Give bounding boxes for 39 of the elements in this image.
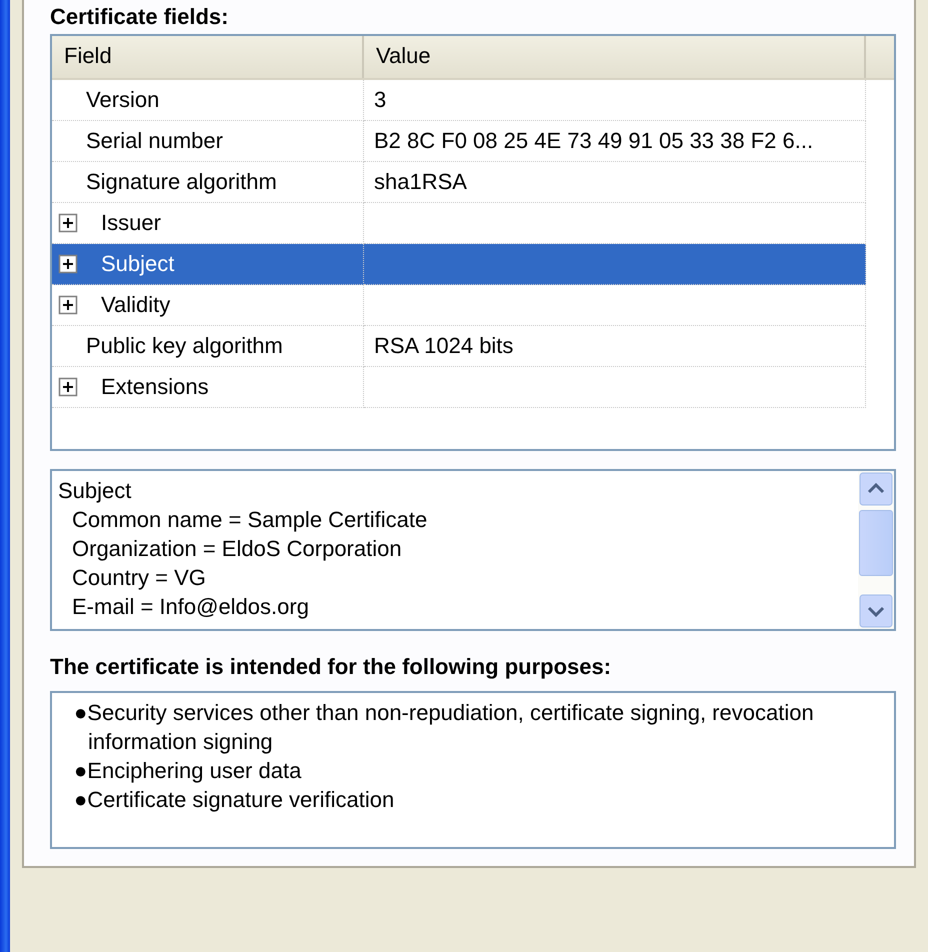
purposes-heading: The certificate is intended for the following purposes: <box>50 653 612 681</box>
field-name: Version <box>86 87 160 113</box>
detail-line: E-mail = Info@eldos.org <box>71 593 310 621</box>
field-value: sha1RSA <box>374 169 467 195</box>
table-row[interactable]: Extensions <box>52 367 866 408</box>
field-name: Subject <box>101 251 174 277</box>
field-value: B2 8C F0 08 25 4E 73 49 91 05 33 38 F2 6... <box>374 128 814 154</box>
table-row[interactable]: Version 3 <box>52 80 866 121</box>
purpose-item: ●Certificate signature verification <box>74 786 396 814</box>
scroll-thumb[interactable] <box>859 510 893 576</box>
table-row[interactable]: Signature algorithm sha1RSA <box>52 162 866 203</box>
field-value: 3 <box>374 87 386 113</box>
column-header[interactable]: Value <box>364 36 866 78</box>
field-name: Serial number <box>86 128 223 154</box>
detail-heading: Subject <box>58 477 132 505</box>
purpose-item: ●Enciphering user data <box>74 757 302 785</box>
table-row[interactable]: Subject <box>52 244 866 285</box>
table-row[interactable]: Validity <box>52 285 866 326</box>
field-name: Extensions <box>101 374 209 400</box>
expand-icon[interactable] <box>58 295 78 315</box>
section-label: Certificate fields: <box>50 4 230 31</box>
field-name: Validity <box>101 292 170 318</box>
table-row[interactable]: Public key algorithm RSA 1024 bits <box>52 326 866 367</box>
field-name: Issuer <box>101 210 161 236</box>
scroll-down-icon[interactable] <box>859 594 893 628</box>
detail-line: Country = VG <box>71 564 207 592</box>
expand-icon[interactable] <box>58 254 78 274</box>
scroll-up-icon[interactable] <box>859 472 893 506</box>
detail-line: Organization = EldoS Corporation <box>71 535 403 563</box>
detail-line: Common name = Sample Certificate <box>71 506 428 534</box>
expand-icon[interactable] <box>58 213 78 233</box>
column-header[interactable]: Field <box>52 36 364 78</box>
expand-icon[interactable] <box>58 377 78 397</box>
scrollbar[interactable] <box>858 471 894 629</box>
field-value: RSA 1024 bits <box>374 333 514 359</box>
purpose-item: ●Security services other than non-repudiation, certificate signing, revocation information signing <box>74 699 815 756</box>
table-row[interactable]: Serial number B2 8C F0 08 25 4E 73 49 91 05 33 38 F2 6... <box>52 121 866 162</box>
field-name: Public key algorithm <box>86 333 283 359</box>
field-name: Signature algorithm <box>86 169 277 195</box>
